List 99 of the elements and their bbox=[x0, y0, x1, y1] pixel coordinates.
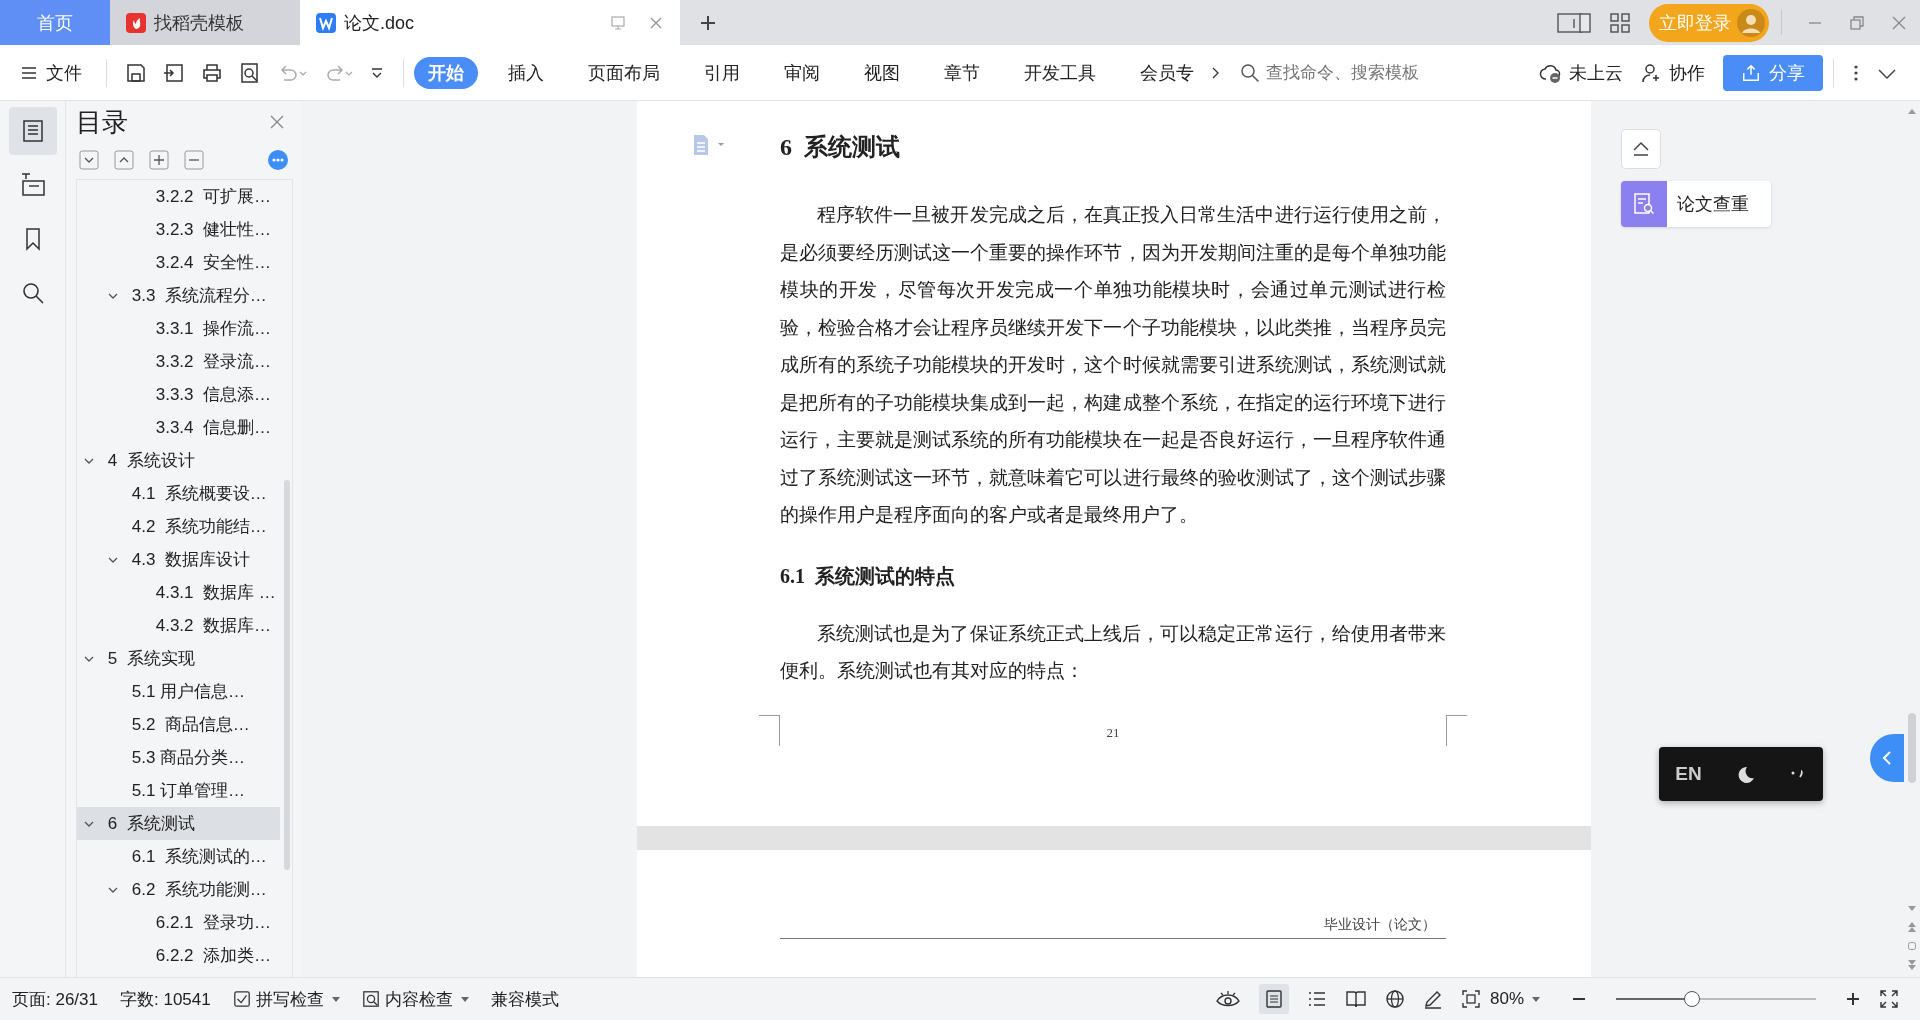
scrollbar-thumb[interactable] bbox=[1908, 713, 1916, 783]
body-paragraph: 程序软件一旦被开发完成之后，在真正投入日常生活中进行运行使用之前，是必须要经历测试这一个重要的操作环节，因为开发期间注重的是每个单独功能模块的开发，尽管每次开发完成一个单独功能模块时，会通过单元测试进行检验，检验合格才会让程序员继续开发下一个子功能模块，以此类推，当程序员完成所有的系统子功能模块的开发时，这个时候就需要引进系统测试，系统测试就是把所有的子功能模块集成到一起，构建成整个系统，在指定的运行环境下进行运行，主要就是测试系统的所有功能模块在一起是否良好运行，一旦程序软件通过了系统测试这一环节，就意味着它可以进行最终的验收测试了，这个测试步骤的操作用户是程序面向的客户或者是最终用户了。 bbox=[780, 204, 1446, 527]
compatibility-mode[interactable]: 兼容模式 bbox=[490, 987, 559, 1011]
subsection-heading: 6.1 系统测试的特点 bbox=[780, 563, 956, 589]
toc-item[interactable]: 3.3.1 操作流… bbox=[77, 312, 280, 345]
next-page-icon[interactable] bbox=[1907, 959, 1917, 971]
flame-logo-icon bbox=[126, 12, 146, 33]
file-menu-label: 文件 bbox=[46, 61, 82, 85]
folder-tree-icon bbox=[19, 172, 46, 198]
language-indicator[interactable]: EN bbox=[1675, 763, 1702, 785]
page-view-button[interactable] bbox=[1258, 984, 1289, 1014]
toc-item[interactable]: 4.1 系统概要设… bbox=[77, 477, 280, 510]
grid-icon[interactable] bbox=[1609, 11, 1631, 34]
toc-item[interactable]: 3.3.2 登录流… bbox=[77, 345, 280, 378]
toc-item[interactable]: 4 系统设计 bbox=[77, 444, 280, 477]
zoom-dropdown[interactable]: 80% bbox=[1489, 989, 1540, 1009]
toc-item[interactable]: 5.2 商品信息… bbox=[77, 708, 280, 741]
page-view-icon bbox=[1263, 989, 1284, 1009]
crop-mark bbox=[759, 714, 780, 746]
toc-item[interactable]: 3.3.3 信息添… bbox=[77, 378, 280, 411]
fit-page-icon[interactable] bbox=[1460, 989, 1481, 1009]
expand-panel-button[interactable] bbox=[1870, 734, 1904, 782]
toc-item[interactable]: 6.2 系统功能测… bbox=[77, 873, 280, 906]
search-field[interactable]: 查找命令、搜索模板 bbox=[1240, 61, 1440, 84]
search-icon bbox=[20, 281, 45, 305]
ai-assistant-icon[interactable] bbox=[267, 149, 289, 171]
scrollbar-thumb[interactable] bbox=[284, 480, 290, 870]
share-icon bbox=[1741, 62, 1761, 83]
toc-item[interactable]: 3.2.3 健壮性… bbox=[77, 213, 280, 246]
page-number: 21 bbox=[1106, 724, 1120, 741]
book-icon[interactable] bbox=[1344, 989, 1367, 1009]
toc-item[interactable]: 5.1 订单管理… bbox=[77, 774, 280, 807]
toc-item[interactable]: 4.3.1 数据库 … bbox=[77, 576, 280, 609]
print-icon[interactable] bbox=[201, 61, 223, 84]
avatar-icon bbox=[1737, 8, 1765, 37]
toc-item[interactable]: 6 系统测试 bbox=[77, 807, 280, 840]
ribbon-tab[interactable]: 开发工具 bbox=[1010, 56, 1110, 89]
spell-check-button[interactable]: 拼写检查 bbox=[232, 987, 340, 1011]
content-check-button[interactable]: 内容检查 bbox=[361, 987, 469, 1011]
page-header: 毕业设计（论文） bbox=[780, 916, 1446, 939]
toc-item[interactable]: 4.3 数据库设计 bbox=[77, 543, 280, 576]
paper-check-button[interactable]: 论文查重 bbox=[1621, 181, 1771, 227]
arrow-down-icon[interactable] bbox=[1907, 905, 1917, 913]
page-indicator[interactable]: 页面: 26/31 bbox=[12, 987, 98, 1011]
outline-button[interactable] bbox=[8, 107, 57, 155]
chevron-left-icon bbox=[1881, 750, 1893, 766]
document-logo-icon bbox=[316, 12, 336, 33]
toc-item[interactable]: 6.2.2 添加类… bbox=[77, 939, 280, 972]
toc-item[interactable]: 4.3.2 数据库… bbox=[77, 609, 280, 642]
toc-item[interactable]: 6.2.1 登录功… bbox=[77, 906, 280, 939]
toc-item[interactable]: 5 系统实现 bbox=[77, 642, 280, 675]
word-count[interactable]: 字数: 10541 bbox=[120, 987, 211, 1011]
list-document-icon bbox=[20, 119, 45, 143]
toc-item[interactable]: 3.2.2 可扩展… bbox=[77, 180, 280, 213]
ribbon-tab[interactable]: 引用 bbox=[690, 56, 754, 89]
toc-item[interactable]: 6.1 系统测试的… bbox=[77, 840, 280, 873]
document-search-icon bbox=[1632, 192, 1656, 216]
ribbon-tab[interactable]: 章节 bbox=[930, 56, 994, 89]
fullscreen-icon[interactable] bbox=[1879, 989, 1899, 1009]
ribbon-tab[interactable]: 审阅 bbox=[770, 56, 834, 89]
collaborate-button[interactable]: 协作 bbox=[1641, 60, 1705, 85]
file-menu[interactable]: 文件 bbox=[20, 60, 82, 85]
ribbon-tab[interactable]: 页面布局 bbox=[574, 56, 674, 89]
arrow-up-icon[interactable] bbox=[1907, 107, 1917, 115]
remove-icon[interactable] bbox=[184, 150, 204, 170]
add-icon[interactable] bbox=[149, 150, 169, 170]
window-tab[interactable]: 论文.doc bbox=[300, 0, 680, 45]
zoom-slider-thumb[interactable] bbox=[1684, 991, 1700, 1007]
toc-item[interactable]: 5.1 用户信息… bbox=[77, 675, 280, 708]
ribbon-tab[interactable]: 视图 bbox=[850, 56, 914, 89]
document-search-icon bbox=[361, 990, 380, 1008]
toc-item[interactable]: 4.2 系统功能结… bbox=[77, 510, 280, 543]
window-tab[interactable]: 找稻壳模板 bbox=[110, 0, 300, 45]
section-heading: 6 系统测试 bbox=[780, 133, 901, 162]
collapse-icon[interactable] bbox=[1621, 129, 1661, 169]
previous-page-icon[interactable] bbox=[1907, 921, 1917, 933]
save-icon[interactable] bbox=[125, 61, 147, 84]
cloud-status-button[interactable]: 未上云 bbox=[1539, 60, 1623, 85]
globe-icon[interactable] bbox=[1384, 989, 1405, 1009]
toc-item[interactable]: 3.3 系统流程分… bbox=[77, 279, 280, 312]
toc-item[interactable]: 3.3.4 信息删… bbox=[77, 411, 280, 444]
export-icon[interactable] bbox=[163, 61, 185, 84]
toc-title: 目录 bbox=[76, 105, 128, 139]
crop-mark bbox=[1446, 714, 1467, 746]
tablet-icon[interactable] bbox=[1557, 11, 1591, 34]
outline-view-icon[interactable] bbox=[1306, 989, 1327, 1009]
ribbon-tab[interactable]: 会员专 bbox=[1126, 56, 1208, 89]
close-icon[interactable] bbox=[1891, 14, 1907, 31]
pen-icon[interactable] bbox=[1422, 989, 1443, 1009]
plus-icon[interactable] bbox=[1845, 991, 1861, 1007]
ribbon-tab[interactable]: 插入 bbox=[494, 56, 558, 89]
close-icon[interactable] bbox=[269, 114, 285, 130]
search-icon bbox=[1240, 62, 1260, 83]
checkbox-icon bbox=[232, 990, 251, 1008]
toc-item[interactable]: 5.3 商品分类… bbox=[77, 741, 280, 774]
print-preview-icon[interactable] bbox=[239, 61, 261, 84]
eye-icon[interactable] bbox=[1214, 989, 1241, 1009]
toc-item[interactable]: 3.2.4 安全性… bbox=[77, 246, 280, 279]
body-paragraph: 系统测试也是为了保证系统正式上线后，可以稳定正常运行，给使用者带来便利。系统测试也有其对应的特点： bbox=[780, 622, 1446, 683]
